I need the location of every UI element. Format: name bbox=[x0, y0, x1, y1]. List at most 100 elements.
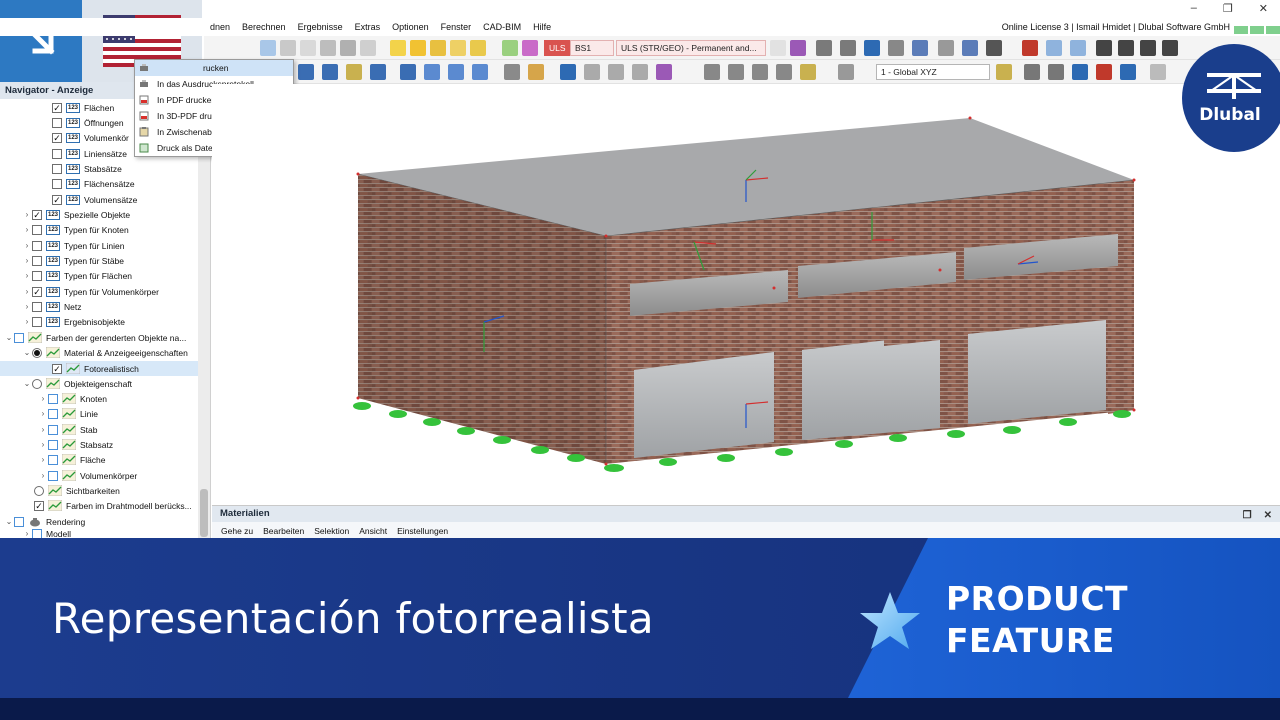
checkbox-icon[interactable] bbox=[52, 194, 62, 205]
chevron-right-icon[interactable]: › bbox=[38, 471, 48, 480]
support-icon[interactable] bbox=[504, 64, 520, 80]
checkbox-icon[interactable] bbox=[52, 148, 62, 159]
checkbox-icon[interactable] bbox=[34, 500, 44, 511]
tree-item-netz[interactable]: › 123 Netz bbox=[0, 299, 198, 314]
menu-hilfe[interactable]: Hilfe bbox=[527, 22, 557, 32]
tree-item-modell[interactable]: › Modell bbox=[0, 529, 198, 538]
restore-button[interactable]: ❐ bbox=[1223, 2, 1233, 15]
3d-viewport[interactable] bbox=[212, 84, 1280, 504]
section-icon[interactable] bbox=[888, 40, 904, 56]
chevron-right-icon[interactable]: › bbox=[22, 256, 32, 265]
close-button[interactable]: ✕ bbox=[1259, 2, 1268, 15]
chevron-right-icon[interactable]: › bbox=[38, 455, 48, 464]
checkbox-icon[interactable] bbox=[48, 424, 58, 435]
checkbox-icon[interactable] bbox=[48, 439, 58, 450]
tree-item-typen-volumenkoerper[interactable]: › 123 Typen für Volumenkörper bbox=[0, 284, 198, 299]
scrollbar-thumb[interactable] bbox=[200, 489, 208, 537]
checkbox-icon[interactable] bbox=[32, 301, 42, 312]
result-icon[interactable] bbox=[410, 40, 426, 56]
axis-x-icon[interactable] bbox=[1096, 40, 1112, 56]
garage-bay-2[interactable] bbox=[802, 270, 940, 440]
tree-item-stabsatz[interactable]: › Stabsatz bbox=[0, 437, 198, 452]
checkbox-icon[interactable] bbox=[48, 393, 58, 404]
menu-fenster[interactable]: Fenster bbox=[435, 22, 478, 32]
radio-icon[interactable] bbox=[34, 485, 44, 496]
link-icon[interactable] bbox=[1150, 64, 1166, 80]
solid-icon[interactable] bbox=[472, 64, 488, 80]
copy-icon[interactable] bbox=[776, 64, 792, 80]
hinge-icon[interactable] bbox=[528, 64, 544, 80]
loadcase-select[interactable]: BS1 bbox=[570, 40, 614, 56]
garage-model[interactable] bbox=[212, 84, 1280, 504]
checkbox-icon[interactable] bbox=[32, 316, 42, 327]
coordinate-system-select[interactable]: 1 - Global XYZ bbox=[876, 64, 990, 80]
tree-item-typen-staebe[interactable]: › 123 Typen für Stäbe bbox=[0, 253, 198, 268]
materials-menu-gehe-zu[interactable]: Gehe zu bbox=[216, 526, 258, 536]
filter-icon[interactable] bbox=[560, 64, 576, 80]
checkbox-icon[interactable] bbox=[32, 529, 42, 538]
checkbox-icon[interactable] bbox=[32, 209, 42, 220]
undock-icon[interactable]: ❐ bbox=[1243, 508, 1252, 524]
target-icon[interactable] bbox=[430, 40, 446, 56]
tree-item-fotorealistisch[interactable]: Fotorealistisch bbox=[0, 361, 198, 376]
materials-menu-ansicht[interactable]: Ansicht bbox=[354, 526, 392, 536]
radio-icon[interactable] bbox=[32, 347, 42, 358]
tree-item-farben-drahtmodell[interactable]: Farben im Drahtmodell berücks... bbox=[0, 498, 198, 513]
tree-item-material-anzeige[interactable]: ⌄ Material & Anzeigeeigenschaften bbox=[0, 345, 198, 360]
chevron-right-icon[interactable]: › bbox=[22, 271, 32, 280]
obj-snap-icon[interactable] bbox=[1048, 64, 1064, 80]
checkbox-icon[interactable] bbox=[48, 408, 58, 419]
tree-item-stab[interactable]: › Stab bbox=[0, 422, 198, 437]
list-view-button[interactable] bbox=[280, 40, 296, 56]
move-icon[interactable] bbox=[346, 64, 362, 80]
chevron-down-icon[interactable]: ⌄ bbox=[4, 333, 14, 342]
tree-item-volumensaetze[interactable]: 123 Volumensätze bbox=[0, 192, 198, 207]
deformation-icon[interactable] bbox=[790, 40, 806, 56]
grid-snap-icon[interactable] bbox=[1024, 64, 1040, 80]
xyz-icon[interactable] bbox=[840, 40, 856, 56]
chevron-right-icon[interactable]: › bbox=[22, 225, 32, 234]
box-icon[interactable] bbox=[632, 64, 648, 80]
radio-icon[interactable] bbox=[32, 378, 42, 389]
mirror-icon[interactable] bbox=[752, 64, 768, 80]
ucs-icon[interactable] bbox=[996, 64, 1012, 80]
camera-icon[interactable] bbox=[912, 40, 928, 56]
chevron-right-icon[interactable]: › bbox=[22, 302, 32, 311]
tree-item-ergebnisobjekte[interactable]: › 123 Ergebnisobjekte bbox=[0, 314, 198, 329]
view-icon[interactable] bbox=[864, 40, 880, 56]
tree-item-volumenkoerper-obj[interactable]: › Volumenkörper bbox=[0, 468, 198, 483]
tree-item-linie[interactable]: › Linie bbox=[0, 406, 198, 421]
tree-item-farben-gerendert[interactable]: ⌄ Farben der gerenderten Objekte na... bbox=[0, 330, 198, 345]
checkbox-icon[interactable] bbox=[52, 102, 62, 113]
print-preview-button[interactable] bbox=[340, 40, 356, 56]
menu-cad-bim[interactable]: CAD-BIM bbox=[477, 22, 527, 32]
tree-item-knoten[interactable]: › Knoten bbox=[0, 391, 198, 406]
workplane-icon[interactable] bbox=[838, 64, 854, 80]
menu-berechnen[interactable]: Berechnen bbox=[236, 22, 292, 32]
menu-optionen[interactable]: Optionen bbox=[386, 22, 435, 32]
document-button[interactable] bbox=[300, 40, 316, 56]
checkbox-icon[interactable] bbox=[32, 270, 42, 281]
combination-select[interactable]: ULS (STR/GEO) - Permanent and... bbox=[616, 40, 766, 56]
close-panel-icon[interactable]: ✕ bbox=[1264, 508, 1272, 524]
check-icon[interactable] bbox=[450, 40, 466, 56]
menu-ergebnisse[interactable]: Ergebnisse bbox=[292, 22, 349, 32]
checkbox-icon[interactable] bbox=[32, 286, 42, 297]
chevron-right-icon[interactable]: › bbox=[22, 210, 32, 219]
table-button[interactable] bbox=[360, 40, 376, 56]
tree-item-flaeche[interactable]: › Fläche bbox=[0, 452, 198, 467]
tree-item-typen-linien[interactable]: › 123 Typen für Linien bbox=[0, 238, 198, 253]
load-icon[interactable] bbox=[390, 40, 406, 56]
minimize-button[interactable]: – bbox=[1191, 2, 1197, 15]
garage-bay-3[interactable] bbox=[968, 254, 1106, 424]
loadcase-icon[interactable] bbox=[502, 40, 518, 56]
ortho-icon[interactable] bbox=[1072, 64, 1088, 80]
delete-icon[interactable] bbox=[1022, 40, 1038, 56]
prev-loadcase-button[interactable] bbox=[770, 40, 786, 56]
checkbox-icon[interactable] bbox=[52, 363, 62, 374]
checkbox-icon[interactable] bbox=[52, 163, 62, 174]
grid-icon[interactable] bbox=[986, 40, 1002, 56]
align-icon[interactable] bbox=[704, 64, 720, 80]
print-menu-drucken[interactable]: rucken bbox=[135, 60, 293, 76]
tree-item-stabsaetze[interactable]: 123 Stabsätze bbox=[0, 161, 198, 176]
